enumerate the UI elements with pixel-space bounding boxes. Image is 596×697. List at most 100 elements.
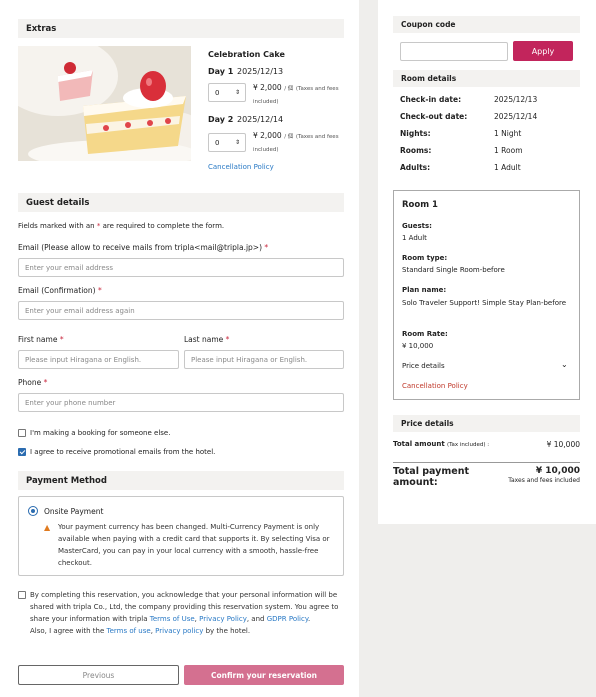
coupon-input[interactable]	[400, 42, 508, 61]
consent-comma-2: ,	[150, 627, 153, 635]
terms-of-use-link[interactable]: Terms of Use	[150, 615, 195, 623]
day2-label: Day 2	[208, 115, 234, 124]
required-star: *	[59, 335, 64, 344]
payment-option-box: Onsite Payment ▲ Your payment currency h…	[18, 496, 344, 576]
room-details-heading: Room details	[393, 70, 580, 87]
email-input[interactable]: Enter your email address	[18, 258, 344, 277]
required-fields-note: Fields marked with an * are required to …	[18, 222, 224, 230]
total-payment-note: Taxes and fees included	[508, 477, 580, 484]
day2-price-value: ¥ 2,000	[253, 131, 282, 140]
rooms-value: 1 Room	[494, 146, 523, 155]
room-type-value: Standard Single Room-before	[402, 266, 505, 274]
someone-else-label: I'm making a booking for someone else.	[30, 429, 171, 437]
first-name-label: First name *	[18, 335, 64, 344]
total-amount-value: ¥ 10,000	[546, 440, 580, 449]
booking-form-panel: Extras Celebration Cake Day 1 2025/12/13…	[0, 0, 359, 697]
select-arrows-icon: ⇕	[234, 89, 240, 96]
room-rate-label: Room Rate:	[402, 330, 448, 338]
phone-label: Phone *	[18, 378, 47, 387]
onsite-payment-radio[interactable]	[28, 506, 38, 516]
checkin-label: Check-in date:	[400, 95, 462, 104]
total-payment-value: ¥ 10,000	[535, 466, 580, 476]
required-star: *	[264, 243, 269, 252]
room-rate-value: ¥ 10,000	[402, 342, 434, 350]
day1-price: ¥ 2,000 / 個 (Taxes and fees included)	[253, 82, 343, 108]
required-star: *	[225, 335, 230, 344]
day1-price-unit: / 個	[284, 86, 294, 92]
nights-value: 1 Night	[494, 129, 522, 138]
email-confirm-label: Email (Confirmation) *	[18, 286, 102, 295]
last-name-label: Last name *	[184, 335, 229, 344]
consent-text-2: Also, I agree with the	[30, 627, 105, 635]
guests-value: 1 Adult	[402, 234, 427, 242]
coupon-heading: Coupon code	[393, 16, 580, 33]
room-type-label: Room type:	[402, 254, 448, 262]
consent-checkbox[interactable]	[18, 591, 26, 599]
confirm-reservation-button[interactable]: Confirm your reservation	[184, 665, 344, 685]
room-price-details-toggle[interactable]: Price details	[402, 362, 445, 370]
first-name-input[interactable]: Please input Hiragana or English.	[18, 350, 179, 369]
hotel-terms-link[interactable]: Terms of use	[107, 627, 151, 635]
cake-image	[18, 46, 191, 161]
consent-text: By completing this reservation, you ackn…	[30, 589, 344, 637]
previous-button[interactable]: Previous	[18, 665, 179, 685]
checkout-value: 2025/12/14	[494, 112, 538, 121]
extras-cancellation-link[interactable]: Cancellation Policy	[208, 163, 274, 171]
last-name-input[interactable]: Please input Hiragana or English.	[184, 350, 344, 369]
promo-emails-label: I agree to receive promotional emails fr…	[30, 448, 216, 456]
apply-coupon-button[interactable]: Apply	[513, 41, 573, 61]
room1-card: Room 1 Guests: 1 Adult Room type: Standa…	[393, 190, 580, 400]
divider	[393, 462, 580, 463]
required-note-post: are required to complete the form.	[102, 222, 225, 230]
guests-label: Guests:	[402, 222, 432, 230]
currency-warning-text: Your payment currency has been changed. …	[58, 523, 330, 567]
warning-icon: ▲	[44, 523, 51, 532]
checkin-value: 2025/12/13	[494, 95, 538, 104]
email-label-text: Email (Please allow to receive mails fro…	[18, 243, 263, 252]
email-confirm-input[interactable]: Enter your email address again	[18, 301, 344, 320]
required-star: *	[43, 378, 48, 387]
consent-period: .	[307, 615, 311, 623]
gdpr-policy-link[interactable]: GDPR Policy	[267, 615, 308, 623]
total-amount-label: Total amount (Tax included) :	[393, 440, 489, 448]
day2-price: ¥ 2,000 / 個 (Taxes and fees included)	[253, 130, 343, 156]
guest-details-heading: Guest details	[18, 193, 344, 212]
phone-input[interactable]: Enter your phone number	[18, 393, 344, 412]
consent-comma: ,	[194, 615, 197, 623]
adults-value: 1 Adult	[494, 163, 521, 172]
plan-name-label: Plan name:	[402, 286, 447, 294]
email-confirm-label-text: Email (Confirmation)	[18, 286, 96, 295]
total-amount-note: (Tax included) :	[446, 442, 490, 448]
day2-quantity-select[interactable]: 0 ⇕	[208, 133, 246, 152]
privacy-policy-link[interactable]: Privacy Policy	[199, 615, 247, 623]
checkout-label: Check-out date:	[400, 112, 468, 121]
total-amount-label-text: Total amount	[393, 440, 445, 448]
promo-emails-checkbox[interactable]	[18, 448, 26, 456]
total-payment-label: Total payment amount:	[393, 466, 470, 488]
adults-label: Adults:	[400, 163, 431, 172]
room1-title: Room 1	[402, 200, 438, 210]
someone-else-checkbox[interactable]	[18, 429, 26, 437]
required-star: *	[96, 222, 101, 230]
payment-method-heading: Payment Method	[18, 471, 344, 490]
consent-text-3: by the hotel.	[205, 627, 251, 635]
rooms-label: Rooms:	[400, 146, 432, 155]
day2-price-unit: / 個	[284, 134, 294, 140]
plan-name-value: Solo Traveler Support! Simple Stay Plan-…	[402, 299, 567, 307]
last-name-label-text: Last name	[184, 335, 224, 344]
select-arrows-icon: ⇕	[234, 139, 240, 146]
email-label: Email (Please allow to receive mails fro…	[18, 243, 268, 252]
price-details-heading: Price details	[393, 415, 580, 432]
day1-qty-value: 0	[215, 88, 220, 97]
day1-date: 2025/12/13	[237, 67, 284, 76]
day2-qty-value: 0	[215, 138, 220, 147]
day1-price-value: ¥ 2,000	[253, 83, 282, 92]
day1-quantity-select[interactable]: 0 ⇕	[208, 83, 246, 102]
first-name-label-text: First name	[18, 335, 58, 344]
room-cancellation-link[interactable]: Cancellation Policy	[402, 382, 468, 390]
summary-panel: Coupon code Apply Room details Check-in …	[378, 0, 596, 524]
hotel-privacy-link[interactable]: Privacy policy	[155, 627, 203, 635]
nights-label: Nights:	[400, 129, 431, 138]
day2-date: 2025/12/14	[237, 115, 284, 124]
chevron-down-icon[interactable]: ⌄	[561, 360, 568, 369]
